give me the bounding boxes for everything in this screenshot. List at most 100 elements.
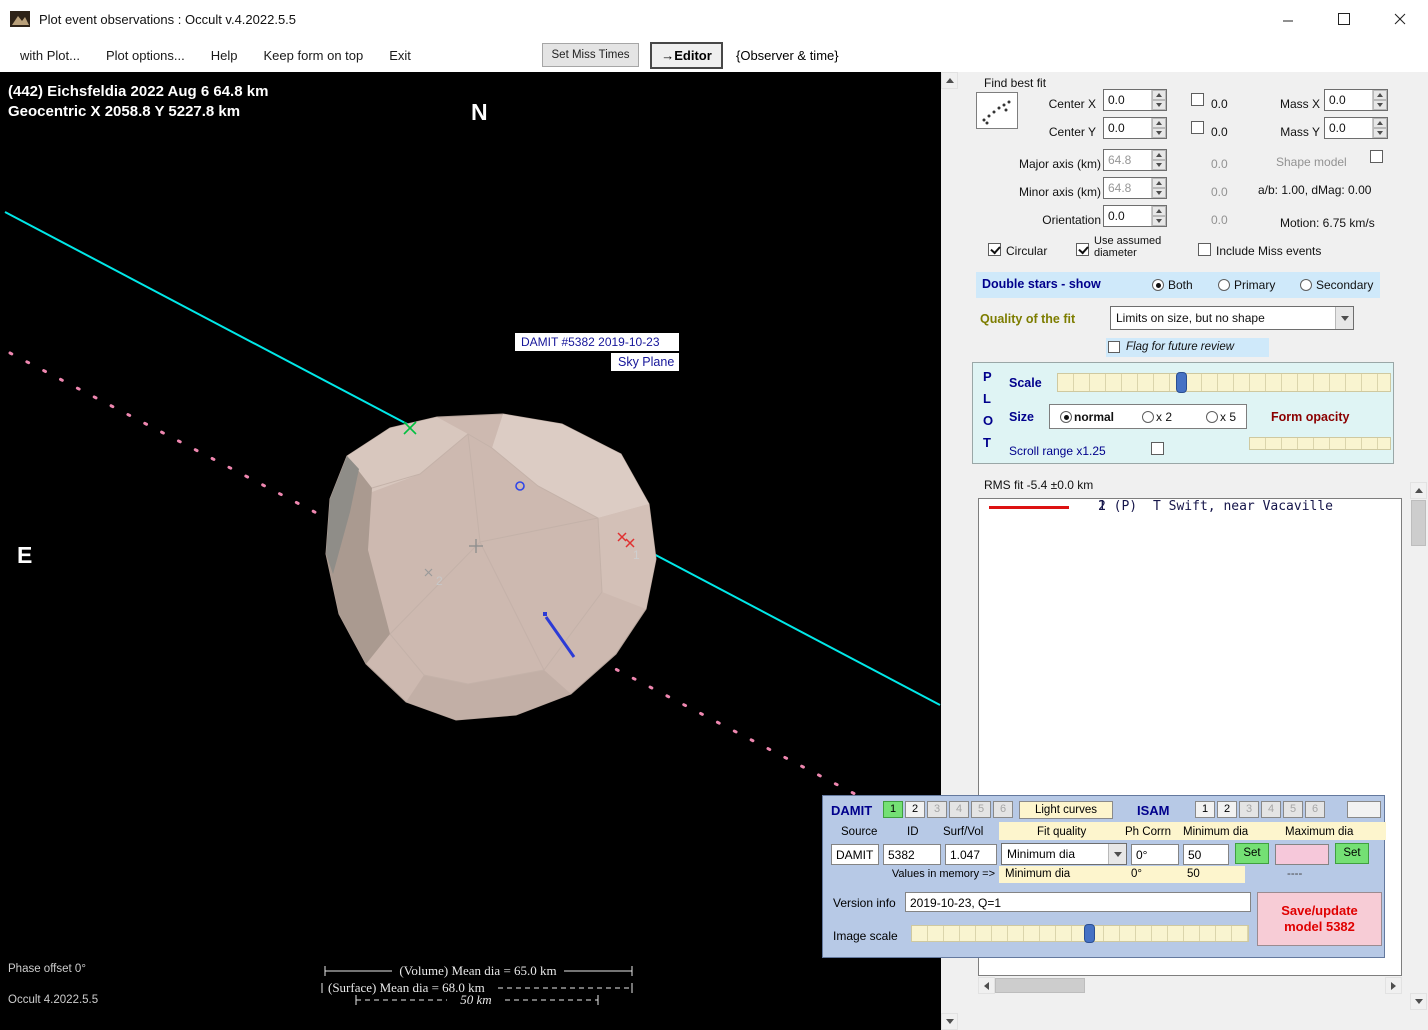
- damit-model-1-button[interactable]: 1: [883, 801, 903, 818]
- ph-corrn-field[interactable]: 0°: [1131, 844, 1179, 865]
- spin-up-icon[interactable]: [1152, 178, 1166, 188]
- set-miss-times-button[interactable]: Set Miss Times: [542, 43, 639, 67]
- use-assumed-diameter-checkbox[interactable]: [1076, 243, 1089, 256]
- size-normal-radio[interactable]: [1060, 411, 1072, 423]
- menu-keep-form-on-top[interactable]: Keep form on top: [264, 48, 364, 63]
- mass-y-value[interactable]: 0.0: [1325, 118, 1372, 138]
- surfvol-field[interactable]: 1.047: [945, 844, 997, 865]
- minimum-dia-header: Minimum dia: [1183, 826, 1249, 838]
- find-best-fit-button[interactable]: [976, 92, 1018, 129]
- scroll-down-icon[interactable]: [941, 1013, 958, 1030]
- spin-down-icon[interactable]: [1152, 100, 1166, 110]
- mass-x-spinner[interactable]: 0.0: [1324, 89, 1388, 111]
- center-x-value[interactable]: 0.0: [1104, 90, 1151, 110]
- damit-model-6-button: 6: [993, 801, 1013, 818]
- list-horizontal-scrollbar[interactable]: [978, 977, 1402, 994]
- size-x2-radio[interactable]: [1142, 411, 1154, 423]
- double-secondary-radio[interactable]: [1300, 279, 1312, 291]
- values-in-memory-label: Values in memory =>: [891, 868, 995, 880]
- spin-up-icon[interactable]: [1373, 118, 1387, 128]
- scroll-up-icon[interactable]: [1410, 482, 1427, 499]
- dropdown-arrow-icon[interactable]: [1335, 307, 1353, 329]
- scale-slider-thumb[interactable]: [1176, 372, 1187, 393]
- id-field[interactable]: 5382: [883, 844, 941, 865]
- menu-exit[interactable]: Exit: [389, 48, 411, 63]
- image-scale-slider[interactable]: [911, 924, 1249, 943]
- light-curves-button[interactable]: Light curves: [1019, 801, 1113, 819]
- spin-up-icon[interactable]: [1152, 150, 1166, 160]
- menu-plot-options[interactable]: Plot options...: [106, 48, 185, 63]
- spin-up-icon[interactable]: [1152, 90, 1166, 100]
- mass-y-spinner[interactable]: 0.0: [1324, 117, 1388, 139]
- scroll-up-icon[interactable]: [941, 72, 958, 89]
- spin-down-icon[interactable]: [1152, 188, 1166, 198]
- memory-minimum-dia: 50: [1187, 868, 1200, 880]
- scale-slider[interactable]: [1057, 372, 1391, 393]
- include-miss-events-checkbox[interactable]: [1198, 243, 1211, 256]
- orientation-spinner[interactable]: 0.0: [1103, 205, 1167, 227]
- fit-quality-dropdown[interactable]: Minimum dia: [1001, 843, 1127, 865]
- circular-checkbox[interactable]: [988, 243, 1001, 256]
- damit-model-2-button[interactable]: 2: [905, 801, 925, 818]
- mass-y-label: Mass Y: [1280, 125, 1320, 139]
- dropdown-arrow-icon[interactable]: [1108, 844, 1126, 864]
- set-minimum-dia-button[interactable]: Set: [1235, 843, 1269, 864]
- size-x5-radio[interactable]: [1206, 411, 1218, 423]
- mass-x-value[interactable]: 0.0: [1325, 90, 1372, 110]
- minor-axis-value[interactable]: 64.8: [1104, 178, 1151, 198]
- center-y-value[interactable]: 0.0: [1104, 118, 1151, 138]
- major-axis-value[interactable]: 64.8: [1104, 150, 1151, 170]
- form-opacity-slider[interactable]: [1249, 437, 1391, 450]
- sky-plane-plot[interactable]: 2 1 DAMIT #5382 2019-10-23 Sky Plane (44…: [0, 72, 941, 1030]
- center-y-spinner[interactable]: 0.0: [1103, 117, 1167, 139]
- flag-review-checkbox[interactable]: [1108, 341, 1120, 353]
- scroll-left-icon[interactable]: [978, 977, 995, 994]
- scroll-down-icon[interactable]: [1410, 993, 1427, 1010]
- shape-model-checkbox[interactable]: [1370, 150, 1383, 163]
- image-scale-slider-thumb[interactable]: [1084, 924, 1095, 943]
- model-label: DAMIT #5382 2019-10-23: [521, 335, 660, 349]
- isam-model-1-button[interactable]: 1: [1195, 801, 1215, 818]
- blank-button[interactable]: [1347, 801, 1381, 818]
- minor-axis-spinner[interactable]: 64.8: [1103, 177, 1167, 199]
- maximize-button[interactable]: [1316, 0, 1372, 38]
- set-maximum-dia-button[interactable]: Set: [1335, 843, 1369, 864]
- version-info-field[interactable]: 2019-10-23, Q=1: [905, 892, 1251, 912]
- double-both-radio[interactable]: [1152, 279, 1164, 291]
- isam-model-2-button[interactable]: 2: [1217, 801, 1237, 818]
- source-field[interactable]: DAMIT: [831, 844, 879, 865]
- minimum-dia-field[interactable]: 50: [1183, 844, 1229, 865]
- scroll-right-icon[interactable]: [1385, 977, 1402, 994]
- minimize-button[interactable]: [1260, 0, 1316, 38]
- save-update-model-button[interactable]: Save/update model 5382: [1257, 892, 1382, 946]
- spin-up-icon[interactable]: [1152, 206, 1166, 216]
- scrollbar-thumb[interactable]: [995, 978, 1085, 993]
- spin-up-icon[interactable]: [1152, 118, 1166, 128]
- spin-up-icon[interactable]: [1373, 90, 1387, 100]
- chord-1-label: 1: [633, 548, 640, 562]
- spin-down-icon[interactable]: [1152, 160, 1166, 170]
- spin-down-icon[interactable]: [1152, 128, 1166, 138]
- center-x-checkbox[interactable]: [1191, 93, 1204, 106]
- scrollbar-thumb[interactable]: [1411, 500, 1426, 546]
- center-x-spinner[interactable]: 0.0: [1103, 89, 1167, 111]
- spin-down-icon[interactable]: [1152, 216, 1166, 226]
- center-y-checkbox[interactable]: [1191, 121, 1204, 134]
- maximum-dia-field[interactable]: [1275, 844, 1329, 865]
- include-miss-events-label: Include Miss events: [1216, 244, 1322, 258]
- close-button[interactable]: [1372, 0, 1428, 38]
- major-axis-aux-value: 0.0: [1211, 157, 1228, 171]
- double-primary-radio[interactable]: [1218, 279, 1230, 291]
- orientation-value[interactable]: 0.0: [1104, 206, 1151, 226]
- spin-down-icon[interactable]: [1373, 128, 1387, 138]
- isam-model-4-button: 4: [1261, 801, 1281, 818]
- panel-vertical-scrollbar[interactable]: [1410, 482, 1427, 1010]
- menu-help[interactable]: Help: [211, 48, 238, 63]
- menu-with-plot[interactable]: with Plot...: [20, 48, 80, 63]
- major-axis-spinner[interactable]: 64.8: [1103, 149, 1167, 171]
- spin-down-icon[interactable]: [1373, 100, 1387, 110]
- scroll-range-checkbox[interactable]: [1151, 442, 1164, 455]
- observation-name: T Swift, near Vacaville: [1153, 499, 1334, 514]
- quality-dropdown[interactable]: Limits on size, but no shape: [1110, 306, 1354, 330]
- editor-button[interactable]: →Editor: [650, 42, 723, 69]
